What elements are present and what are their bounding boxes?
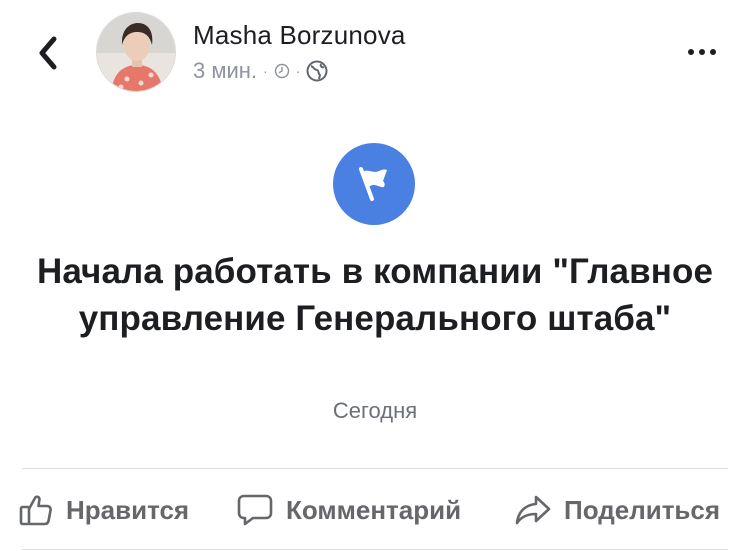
share-label: Поделиться [564,494,721,525]
back-button[interactable] [30,33,66,73]
more-icon [688,49,716,55]
avatar[interactable] [96,12,176,92]
more-options-button[interactable] [682,40,722,64]
life-event-date: Сегодня [332,398,418,423]
comment-button[interactable]: Комментарий [236,484,461,536]
divider [22,549,728,550]
post-meta: 3 мин. · · [193,58,328,84]
divider [22,468,728,469]
flag-icon [359,167,387,201]
meta-separator: · [263,63,268,79]
post-timestamp[interactable]: 3 мин. [193,58,257,84]
like-button[interactable]: Нравится [18,484,189,536]
clock-icon [274,63,289,79]
globe-icon [306,60,328,82]
share-icon [515,495,551,525]
like-label: Нравится [66,494,190,525]
life-event-title: Начала работать в компании "Главное упра… [36,252,714,338]
author-name[interactable]: Masha Borzunova [193,20,406,51]
meta-separator: · [295,63,301,79]
comment-icon [237,494,273,526]
chevron-left-icon [39,36,57,70]
life-event-flag-badge [333,143,415,225]
thumbs-up-icon [19,495,52,526]
comment-label: Комментарий [286,494,462,525]
share-button[interactable]: Поделиться [514,484,720,536]
